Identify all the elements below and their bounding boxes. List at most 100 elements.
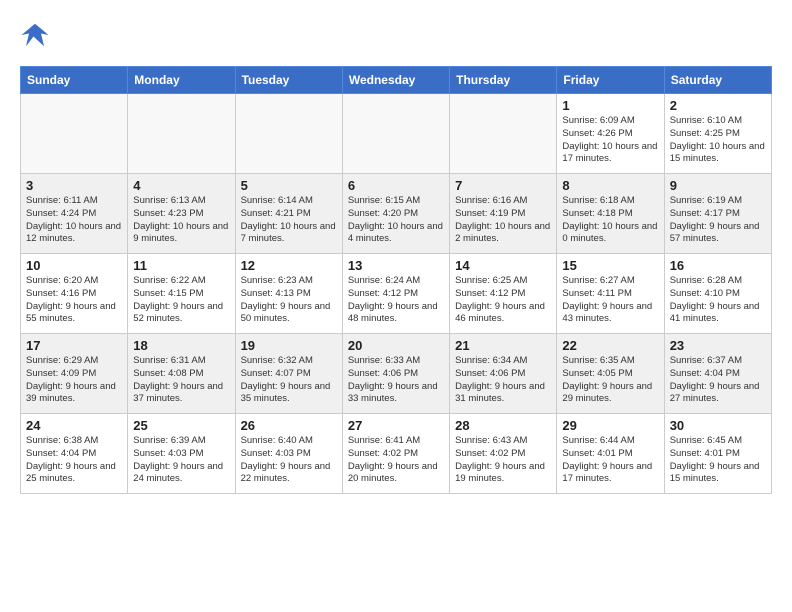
day-number: 1 — [562, 98, 658, 113]
calendar-week-2: 3Sunrise: 6:11 AM Sunset: 4:24 PM Daylig… — [21, 174, 772, 254]
cell-info: Sunrise: 6:34 AM Sunset: 4:06 PM Dayligh… — [455, 355, 551, 406]
calendar-cell: 13 Sunrise: 6:24 AM Sunset: 4:12 PM Dayli… — [342, 254, 449, 334]
day-number: 7 — [455, 178, 551, 193]
cell-info: Sunrise: 6:44 AM Sunset: 4:01 PM Dayligh… — [562, 435, 658, 486]
cell-info: Sunrise: 6:43 AM Sunset: 4:02 PM Dayligh… — [455, 435, 551, 486]
logo-icon — [20, 20, 50, 50]
cell-info: Sunrise: 6:29 AM Sunset: 4:09 PM Dayligh… — [26, 355, 122, 406]
day-number: 18 — [133, 338, 229, 353]
column-header-monday: Monday — [128, 67, 235, 94]
calendar-cell: 9 Sunrise: 6:19 AM Sunset: 4:17 PM Daylig… — [664, 174, 771, 254]
cell-info: Sunrise: 6:20 AM Sunset: 4:16 PM Dayligh… — [26, 275, 122, 326]
calendar-cell: 10 Sunrise: 6:20 AM Sunset: 4:16 PM Dayli… — [21, 254, 128, 334]
calendar-cell: 4Sunrise: 6:13 AM Sunset: 4:23 PM Daylig… — [128, 174, 235, 254]
day-number: 19 — [241, 338, 337, 353]
calendar-body: 1 Sunrise: 6:09 AM Sunset: 4:26 PM Daylig… — [21, 94, 772, 494]
column-header-sunday: Sunday — [21, 67, 128, 94]
day-number: 13 — [348, 258, 444, 273]
calendar-cell: 17 Sunrise: 6:29 AM Sunset: 4:09 PM Dayli… — [21, 334, 128, 414]
calendar-cell: 24 Sunrise: 6:38 AM Sunset: 4:04 PM Dayli… — [21, 414, 128, 494]
day-number: 22 — [562, 338, 658, 353]
calendar-week-4: 17 Sunrise: 6:29 AM Sunset: 4:09 PM Dayli… — [21, 334, 772, 414]
day-number: 4 — [133, 178, 229, 193]
day-number: 28 — [455, 418, 551, 433]
day-number: 14 — [455, 258, 551, 273]
calendar-cell: 26Sunrise: 6:40 AM Sunset: 4:03 PM Dayli… — [235, 414, 342, 494]
cell-info: Sunrise: 6:14 AM Sunset: 4:21 PM Dayligh… — [241, 195, 337, 246]
cell-info: Sunrise: 6:18 AM Sunset: 4:18 PM Dayligh… — [562, 195, 658, 246]
cell-info: Sunrise: 6:41 AM Sunset: 4:02 PM Dayligh… — [348, 435, 444, 486]
day-number: 17 — [26, 338, 122, 353]
cell-info: Sunrise: 6:23 AM Sunset: 4:13 PM Dayligh… — [241, 275, 337, 326]
column-header-saturday: Saturday — [664, 67, 771, 94]
calendar-cell — [21, 94, 128, 174]
cell-info: Sunrise: 6:33 AM Sunset: 4:06 PM Dayligh… — [348, 355, 444, 406]
calendar-cell: 23Sunrise: 6:37 AM Sunset: 4:04 PM Dayli… — [664, 334, 771, 414]
cell-info: Sunrise: 6:16 AM Sunset: 4:19 PM Dayligh… — [455, 195, 551, 246]
cell-info: Sunrise: 6:45 AM Sunset: 4:01 PM Dayligh… — [670, 435, 766, 486]
calendar-cell — [450, 94, 557, 174]
calendar-cell — [128, 94, 235, 174]
day-number: 27 — [348, 418, 444, 433]
cell-info: Sunrise: 6:19 AM Sunset: 4:17 PM Dayligh… — [670, 195, 766, 246]
calendar-cell: 29 Sunrise: 6:44 AM Sunset: 4:01 PM Dayli… — [557, 414, 664, 494]
calendar-cell: 28 Sunrise: 6:43 AM Sunset: 4:02 PM Dayli… — [450, 414, 557, 494]
calendar-header: SundayMondayTuesdayWednesdayThursdayFrid… — [21, 67, 772, 94]
calendar-cell: 18 Sunrise: 6:31 AM Sunset: 4:08 PM Dayli… — [128, 334, 235, 414]
cell-info: Sunrise: 6:15 AM Sunset: 4:20 PM Dayligh… — [348, 195, 444, 246]
day-number: 2 — [670, 98, 766, 113]
calendar-table: SundayMondayTuesdayWednesdayThursdayFrid… — [20, 66, 772, 494]
cell-info: Sunrise: 6:22 AM Sunset: 4:15 PM Dayligh… — [133, 275, 229, 326]
day-number: 5 — [241, 178, 337, 193]
day-number: 23 — [670, 338, 766, 353]
calendar-cell: 3Sunrise: 6:11 AM Sunset: 4:24 PM Daylig… — [21, 174, 128, 254]
day-number: 10 — [26, 258, 122, 273]
calendar-cell: 5 Sunrise: 6:14 AM Sunset: 4:21 PM Daylig… — [235, 174, 342, 254]
cell-info: Sunrise: 6:09 AM Sunset: 4:26 PM Dayligh… — [562, 115, 658, 166]
column-header-wednesday: Wednesday — [342, 67, 449, 94]
calendar-week-5: 24 Sunrise: 6:38 AM Sunset: 4:04 PM Dayli… — [21, 414, 772, 494]
calendar-cell: 12 Sunrise: 6:23 AM Sunset: 4:13 PM Dayli… — [235, 254, 342, 334]
calendar-cell: 22 Sunrise: 6:35 AM Sunset: 4:05 PM Dayli… — [557, 334, 664, 414]
calendar-week-1: 1 Sunrise: 6:09 AM Sunset: 4:26 PM Daylig… — [21, 94, 772, 174]
cell-info: Sunrise: 6:10 AM Sunset: 4:25 PM Dayligh… — [670, 115, 766, 166]
column-header-thursday: Thursday — [450, 67, 557, 94]
cell-info: Sunrise: 6:25 AM Sunset: 4:12 PM Dayligh… — [455, 275, 551, 326]
day-number: 16 — [670, 258, 766, 273]
calendar-cell: 16 Sunrise: 6:28 AM Sunset: 4:10 PM Dayli… — [664, 254, 771, 334]
cell-info: Sunrise: 6:39 AM Sunset: 4:03 PM Dayligh… — [133, 435, 229, 486]
cell-info: Sunrise: 6:28 AM Sunset: 4:10 PM Dayligh… — [670, 275, 766, 326]
day-number: 29 — [562, 418, 658, 433]
calendar-cell: 2 Sunrise: 6:10 AM Sunset: 4:25 PM Daylig… — [664, 94, 771, 174]
cell-info: Sunrise: 6:24 AM Sunset: 4:12 PM Dayligh… — [348, 275, 444, 326]
calendar-cell: 30 Sunrise: 6:45 AM Sunset: 4:01 PM Dayli… — [664, 414, 771, 494]
calendar-cell: 15 Sunrise: 6:27 AM Sunset: 4:11 PM Dayli… — [557, 254, 664, 334]
day-number: 8 — [562, 178, 658, 193]
day-number: 24 — [26, 418, 122, 433]
day-number: 9 — [670, 178, 766, 193]
day-number: 20 — [348, 338, 444, 353]
calendar-cell — [342, 94, 449, 174]
day-number: 25 — [133, 418, 229, 433]
calendar-cell: 8 Sunrise: 6:18 AM Sunset: 4:18 PM Daylig… — [557, 174, 664, 254]
calendar-cell: 7 Sunrise: 6:16 AM Sunset: 4:19 PM Daylig… — [450, 174, 557, 254]
calendar-cell: 6 Sunrise: 6:15 AM Sunset: 4:20 PM Daylig… — [342, 174, 449, 254]
cell-info: Sunrise: 6:32 AM Sunset: 4:07 PM Dayligh… — [241, 355, 337, 406]
calendar-cell: 11 Sunrise: 6:22 AM Sunset: 4:15 PM Dayli… — [128, 254, 235, 334]
cell-info: Sunrise: 6:38 AM Sunset: 4:04 PM Dayligh… — [26, 435, 122, 486]
day-number: 3 — [26, 178, 122, 193]
calendar-cell: 20 Sunrise: 6:33 AM Sunset: 4:06 PM Dayli… — [342, 334, 449, 414]
day-number: 30 — [670, 418, 766, 433]
calendar-cell: 1 Sunrise: 6:09 AM Sunset: 4:26 PM Daylig… — [557, 94, 664, 174]
day-number: 6 — [348, 178, 444, 193]
day-number: 15 — [562, 258, 658, 273]
day-number: 11 — [133, 258, 229, 273]
calendar-week-3: 10 Sunrise: 6:20 AM Sunset: 4:16 PM Dayli… — [21, 254, 772, 334]
column-header-friday: Friday — [557, 67, 664, 94]
cell-info: Sunrise: 6:27 AM Sunset: 4:11 PM Dayligh… — [562, 275, 658, 326]
cell-info: Sunrise: 6:35 AM Sunset: 4:05 PM Dayligh… — [562, 355, 658, 406]
calendar-cell — [235, 94, 342, 174]
day-number: 12 — [241, 258, 337, 273]
calendar-cell: 27 Sunrise: 6:41 AM Sunset: 4:02 PM Dayli… — [342, 414, 449, 494]
cell-info: Sunrise: 6:31 AM Sunset: 4:08 PM Dayligh… — [133, 355, 229, 406]
